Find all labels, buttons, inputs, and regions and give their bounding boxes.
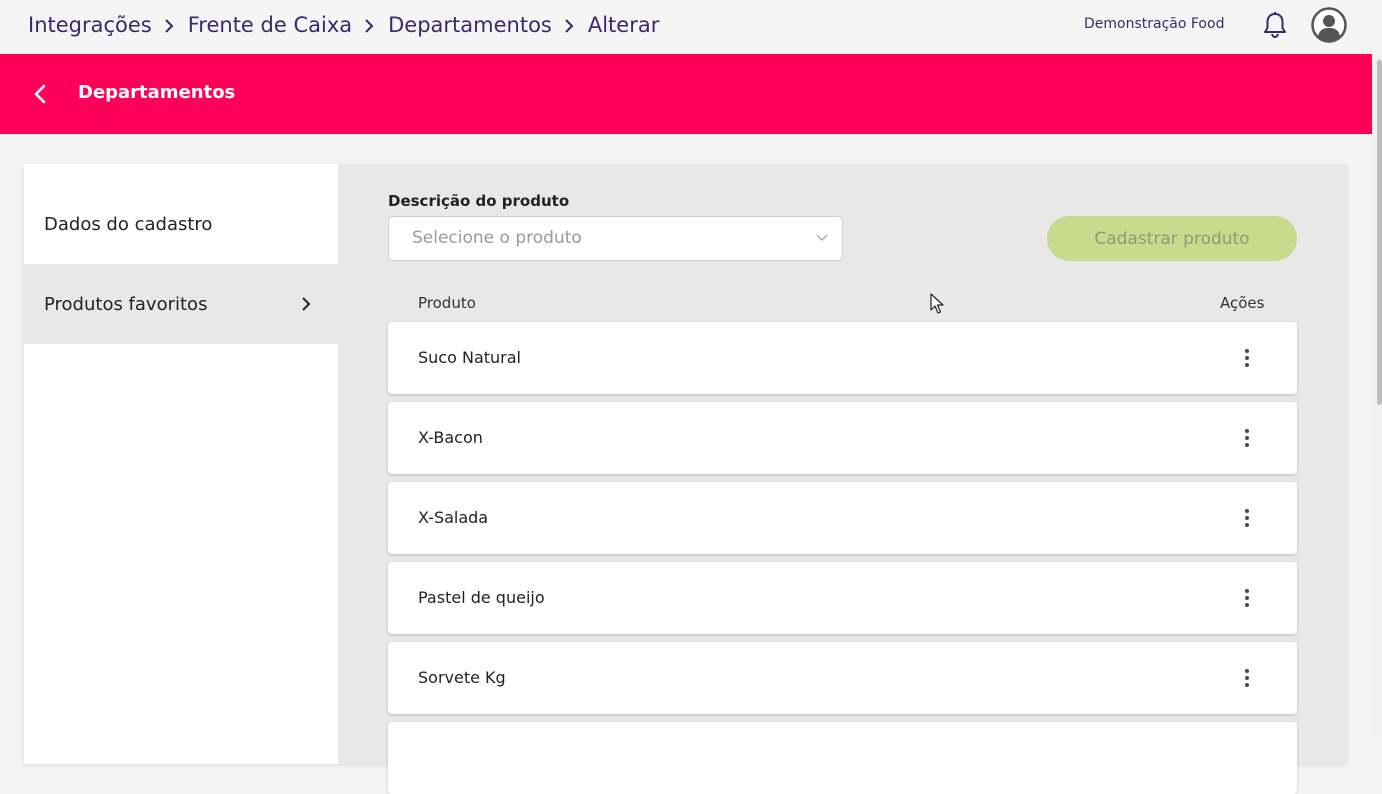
- breadcrumb: Integrações Frente de Caixa Departamento…: [28, 10, 659, 40]
- breadcrumb-separator-icon: [552, 10, 588, 40]
- product-name: Suco Natural: [418, 348, 521, 367]
- back-button[interactable]: [28, 82, 52, 106]
- bell-icon[interactable]: [1262, 11, 1288, 39]
- chevron-down-icon: [816, 234, 828, 241]
- company-name[interactable]: Demonstração Food: [1084, 16, 1224, 32]
- chevron-left-icon: [34, 84, 46, 104]
- main-card: Dados do cadastro Produtos favoritos Des…: [24, 164, 1347, 794]
- table-row[interactable]: Pastel de queijo: [388, 562, 1297, 634]
- table-row[interactable]: Sorvete Kg: [388, 642, 1297, 714]
- product-description-label: Descrição do produto: [388, 192, 570, 210]
- table-row[interactable]: [388, 722, 1297, 794]
- more-vertical-icon[interactable]: [1235, 506, 1259, 530]
- more-vertical-icon[interactable]: [1235, 666, 1259, 690]
- breadcrumb-separator-icon: [352, 10, 388, 40]
- product-name: X-Salada: [418, 508, 489, 527]
- table-row[interactable]: X-Bacon: [388, 402, 1297, 474]
- sidebar-item-label: Dados do cadastro: [44, 213, 213, 235]
- breadcrumb-item-alterar: Alterar: [587, 13, 660, 37]
- sidebar-item-label: Produtos favoritos: [44, 293, 208, 315]
- product-name: X-Bacon: [418, 428, 483, 447]
- product-select-placeholder: Selecione o produto: [412, 228, 582, 248]
- breadcrumb-item-integracoes[interactable]: Integrações: [28, 13, 152, 37]
- page-header: Departamentos: [0, 54, 1382, 134]
- table-row[interactable]: Suco Natural: [388, 322, 1297, 394]
- column-header-acoes: Ações: [1220, 294, 1265, 312]
- breadcrumb-separator-icon: [152, 10, 188, 40]
- more-vertical-icon[interactable]: [1235, 586, 1259, 610]
- table-row[interactable]: X-Salada: [388, 482, 1297, 554]
- user-avatar-icon[interactable]: [1311, 7, 1347, 43]
- sidebar: Dados do cadastro Produtos favoritos: [24, 164, 338, 764]
- breadcrumb-item-frente-de-caixa[interactable]: Frente de Caixa: [188, 13, 352, 37]
- sidebar-item-dados-do-cadastro[interactable]: Dados do cadastro: [24, 184, 338, 264]
- more-vertical-icon[interactable]: [1235, 426, 1259, 450]
- register-product-button[interactable]: Cadastrar produto: [1047, 216, 1297, 261]
- page-title: Departamentos: [78, 82, 236, 103]
- column-header-produto: Produto: [418, 294, 476, 312]
- sidebar-item-produtos-favoritos[interactable]: Produtos favoritos: [24, 264, 338, 344]
- product-select[interactable]: Selecione o produto: [388, 216, 843, 261]
- product-name: Sorvete Kg: [418, 668, 506, 687]
- more-vertical-icon[interactable]: [1235, 346, 1259, 370]
- top-bar: Integrações Frente de Caixa Departamento…: [0, 0, 1382, 54]
- product-name: Pastel de queijo: [418, 588, 545, 607]
- chevron-right-icon: [302, 297, 311, 311]
- mouse-cursor-icon: [930, 293, 944, 314]
- scrollbar-thumb[interactable]: [1377, 60, 1382, 405]
- breadcrumb-item-departamentos[interactable]: Departamentos: [388, 13, 552, 37]
